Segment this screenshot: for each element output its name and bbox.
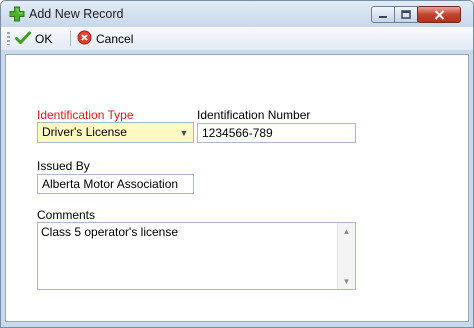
checkmark-icon — [15, 31, 31, 48]
identification-type-label: Identification Type — [37, 108, 134, 122]
minimize-button[interactable] — [371, 6, 395, 23]
comments-label: Comments — [37, 208, 96, 222]
title-bar[interactable]: Add New Record — [1, 1, 473, 27]
identification-type-value: Driver's License — [42, 125, 127, 139]
issued-by-label: Issued By — [37, 159, 90, 173]
scroll-down-icon[interactable]: ▼ — [338, 273, 355, 289]
window-title: Add New Record — [29, 7, 124, 21]
comments-textarea[interactable]: Class 5 operator's license ▲ ▼ — [37, 222, 356, 290]
maximize-icon — [395, 7, 417, 22]
toolbar-separator — [70, 31, 71, 46]
identification-number-label: Identification Number — [197, 108, 311, 122]
close-icon — [418, 7, 460, 22]
identification-number-field[interactable]: 1234566-789 — [197, 123, 356, 143]
comments-scrollbar[interactable]: ▲ ▼ — [337, 223, 355, 289]
toolbar-grip[interactable] — [7, 32, 10, 45]
close-button[interactable] — [417, 6, 461, 23]
comments-text: Class 5 operator's license — [41, 225, 179, 239]
cancel-icon — [77, 30, 92, 48]
issued-by-field[interactable]: Alberta Motor Association — [37, 174, 194, 194]
chevron-down-icon[interactable]: ▼ — [175, 123, 193, 142]
cancel-label: Cancel — [96, 32, 134, 46]
form-panel: Identification Type Driver's License ▼ I… — [5, 54, 469, 322]
plus-icon — [9, 6, 25, 22]
ok-label: OK — [35, 32, 53, 46]
scroll-up-icon[interactable]: ▲ — [338, 223, 355, 239]
ok-button[interactable]: OK — [15, 30, 52, 48]
toolbar: OK Cancel — [1, 27, 473, 50]
maximize-button[interactable] — [394, 6, 418, 23]
identification-type-combo[interactable]: Driver's License ▼ — [37, 122, 194, 143]
add-record-window: Add New Record OK Cancel Identification … — [0, 0, 474, 328]
cancel-button[interactable]: Cancel — [77, 30, 133, 48]
minimize-icon — [372, 7, 394, 22]
